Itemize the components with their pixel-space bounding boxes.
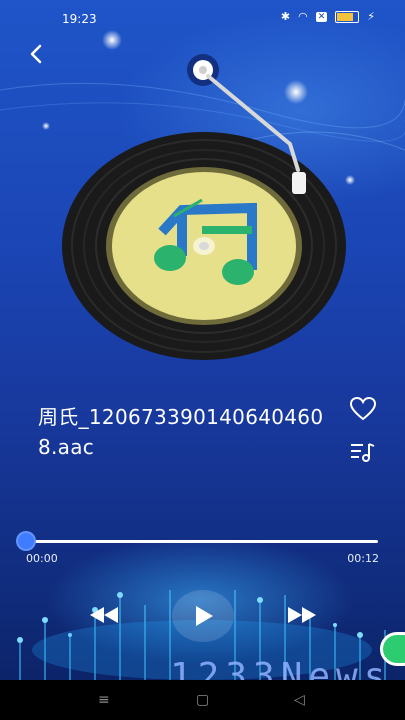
status-bar: 19:23 ✱ ◠ ✕ ⚡ [0,0,405,40]
song-title: 周氏_1206733901406404608.aac [38,405,324,459]
fast-forward-icon [288,607,316,623]
play-button[interactable] [172,590,234,642]
bluetooth-icon: ✱ [280,10,291,23]
menu-icon[interactable]: ≡ [98,692,110,708]
next-button[interactable] [282,600,322,630]
play-icon [196,606,213,626]
rewind-icon [90,607,118,623]
back-button[interactable] [24,40,48,68]
total-time: 00:12 [347,552,379,565]
system-nav-bar: ≡ ▢ ◁ [0,680,405,720]
previous-button[interactable] [84,600,124,630]
playlist-icon [351,443,375,462]
progress-knob[interactable] [16,531,36,551]
close-box-icon: ✕ [315,11,328,22]
charging-icon: ⚡ [367,10,375,23]
favorite-button[interactable] [349,396,377,422]
tonearm [187,54,306,194]
wifi-icon: ◠ [298,10,308,23]
progress-track[interactable] [26,540,378,543]
status-time: 19:23 [62,12,97,26]
heart-icon [349,396,377,421]
battery-icon [335,10,360,23]
playlist-button[interactable] [349,440,377,464]
home-icon[interactable]: ▢ [196,692,209,708]
back-nav-icon[interactable]: ◁ [294,692,305,708]
current-time: 00:00 [26,552,58,565]
status-icons: ✱ ◠ ✕ ⚡ [281,10,375,23]
chevron-left-icon [30,44,42,64]
